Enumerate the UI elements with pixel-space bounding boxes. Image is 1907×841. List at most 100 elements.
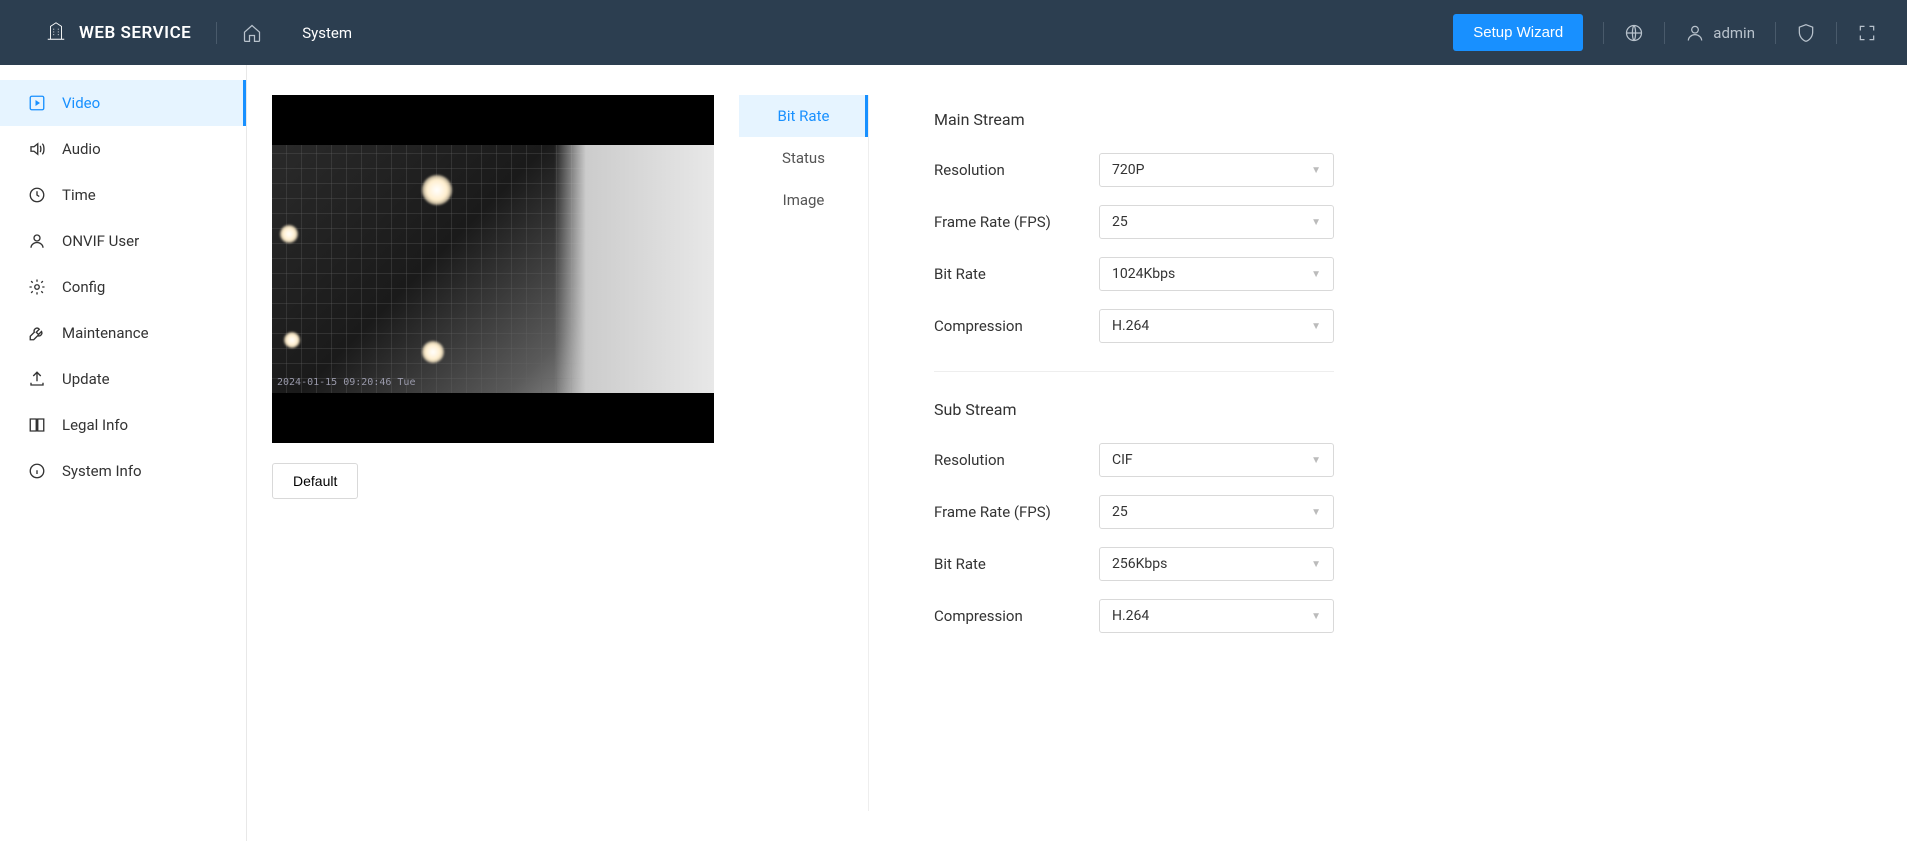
tab-image[interactable]: Image <box>739 179 868 221</box>
row-main-bitrate: Bit Rate 1024Kbps ▼ <box>934 257 1334 291</box>
label-fps: Frame Rate (FPS) <box>934 213 1099 231</box>
globe-icon[interactable] <box>1624 23 1644 43</box>
sidebar: Video Audio Time ONVIF User Config Maint… <box>0 65 247 841</box>
label-compression: Compression <box>934 607 1099 625</box>
tabs-section: Bit Rate Status Image <box>739 95 869 811</box>
logo-text: WEB SERVICE <box>79 23 191 43</box>
label-fps: Frame Rate (FPS) <box>934 503 1099 521</box>
row-main-fps: Frame Rate (FPS) 25 ▼ <box>934 205 1334 239</box>
wrench-icon <box>28 324 46 342</box>
user-section[interactable]: admin <box>1685 23 1755 43</box>
sidebar-item-label: Audio <box>62 140 101 158</box>
fullscreen-icon[interactable] <box>1857 23 1877 43</box>
sidebar-item-config[interactable]: Config <box>0 264 246 310</box>
header: WEB SERVICE System Setup Wizard admin <box>0 0 1907 65</box>
header-right: Setup Wizard admin <box>1453 14 1877 51</box>
sidebar-item-label: Maintenance <box>62 324 149 342</box>
chevron-down-icon: ▼ <box>1311 507 1321 518</box>
nav-system[interactable]: System <box>287 24 367 42</box>
sidebar-item-audio[interactable]: Audio <box>0 126 246 172</box>
sidebar-item-label: Video <box>62 94 100 112</box>
chevron-down-icon: ▼ <box>1311 611 1321 622</box>
sidebar-item-label: Update <box>62 370 110 388</box>
select-sub-bitrate[interactable]: 256Kbps ▼ <box>1099 547 1334 581</box>
label-compression: Compression <box>934 317 1099 335</box>
sidebar-item-label: ONVIF User <box>62 232 139 250</box>
divider <box>1664 22 1665 44</box>
user-icon <box>28 232 46 250</box>
select-main-resolution[interactable]: 720P ▼ <box>1099 153 1334 187</box>
tab-bitrate[interactable]: Bit Rate <box>739 95 868 137</box>
select-value: 1024Kbps <box>1112 266 1175 282</box>
row-sub-resolution: Resolution CIF ▼ <box>934 443 1334 477</box>
select-value: 256Kbps <box>1112 556 1167 572</box>
divider <box>1603 22 1604 44</box>
sidebar-item-onvif[interactable]: ONVIF User <box>0 218 246 264</box>
select-sub-compression[interactable]: H.264 ▼ <box>1099 599 1334 633</box>
select-main-bitrate[interactable]: 1024Kbps ▼ <box>1099 257 1334 291</box>
book-icon <box>28 416 46 434</box>
home-icon[interactable] <box>242 23 262 43</box>
sidebar-item-label: Legal Info <box>62 416 128 434</box>
default-button[interactable]: Default <box>272 463 358 499</box>
chevron-down-icon: ▼ <box>1311 455 1321 466</box>
preview-section: 2024-01-15 09:20:46 Tue Default <box>272 95 714 811</box>
upload-icon <box>28 370 46 388</box>
divider <box>934 371 1334 372</box>
select-sub-resolution[interactable]: CIF ▼ <box>1099 443 1334 477</box>
sidebar-item-label: Time <box>62 186 96 204</box>
select-value: 720P <box>1112 162 1144 178</box>
sidebar-item-label: Config <box>62 278 105 296</box>
select-value: CIF <box>1112 452 1133 468</box>
row-main-compression: Compression H.264 ▼ <box>934 309 1334 343</box>
divider <box>216 22 217 44</box>
main-layout: Video Audio Time ONVIF User Config Maint… <box>0 65 1907 841</box>
chevron-down-icon: ▼ <box>1311 269 1321 280</box>
select-main-fps[interactable]: 25 ▼ <box>1099 205 1334 239</box>
select-main-compression[interactable]: H.264 ▼ <box>1099 309 1334 343</box>
sidebar-item-maintenance[interactable]: Maintenance <box>0 310 246 356</box>
username: admin <box>1713 24 1755 42</box>
sidebar-item-systeminfo[interactable]: System Info <box>0 448 246 494</box>
label-resolution: Resolution <box>934 451 1099 469</box>
play-icon <box>28 94 46 112</box>
tab-status[interactable]: Status <box>739 137 868 179</box>
header-left: WEB SERVICE System <box>45 20 367 46</box>
sidebar-item-legal[interactable]: Legal Info <box>0 402 246 448</box>
row-main-resolution: Resolution 720P ▼ <box>934 153 1334 187</box>
building-icon <box>45 20 67 46</box>
form-section: Main Stream Resolution 720P ▼ Frame Rate… <box>894 95 1374 811</box>
speaker-icon <box>28 140 46 158</box>
user-icon <box>1685 23 1705 43</box>
row-sub-bitrate: Bit Rate 256Kbps ▼ <box>934 547 1334 581</box>
label-resolution: Resolution <box>934 161 1099 179</box>
chevron-down-icon: ▼ <box>1311 217 1321 228</box>
chevron-down-icon: ▼ <box>1311 321 1321 332</box>
sidebar-item-time[interactable]: Time <box>0 172 246 218</box>
select-value: 25 <box>1112 504 1128 520</box>
select-value: H.264 <box>1112 318 1149 334</box>
select-sub-fps[interactable]: 25 ▼ <box>1099 495 1334 529</box>
logo-section: WEB SERVICE <box>45 20 191 46</box>
clock-icon <box>28 186 46 204</box>
label-bitrate: Bit Rate <box>934 555 1099 573</box>
video-preview: 2024-01-15 09:20:46 Tue <box>272 95 714 443</box>
video-timestamp: 2024-01-15 09:20:46 Tue <box>277 377 415 388</box>
chevron-down-icon: ▼ <box>1311 559 1321 570</box>
row-sub-compression: Compression H.264 ▼ <box>934 599 1334 633</box>
setup-wizard-button[interactable]: Setup Wizard <box>1453 14 1583 51</box>
select-value: H.264 <box>1112 608 1149 624</box>
label-bitrate: Bit Rate <box>934 265 1099 283</box>
sidebar-item-update[interactable]: Update <box>0 356 246 402</box>
select-value: 25 <box>1112 214 1128 230</box>
content: 2024-01-15 09:20:46 Tue Default Bit Rate… <box>247 65 1907 841</box>
sidebar-item-label: System Info <box>62 462 142 480</box>
gear-icon <box>28 278 46 296</box>
sidebar-item-video[interactable]: Video <box>0 80 246 126</box>
shield-icon[interactable] <box>1796 23 1816 43</box>
chevron-down-icon: ▼ <box>1311 165 1321 176</box>
main-stream-title: Main Stream <box>934 110 1334 129</box>
video-feed: 2024-01-15 09:20:46 Tue <box>272 145 714 393</box>
divider <box>1775 22 1776 44</box>
divider <box>1836 22 1837 44</box>
